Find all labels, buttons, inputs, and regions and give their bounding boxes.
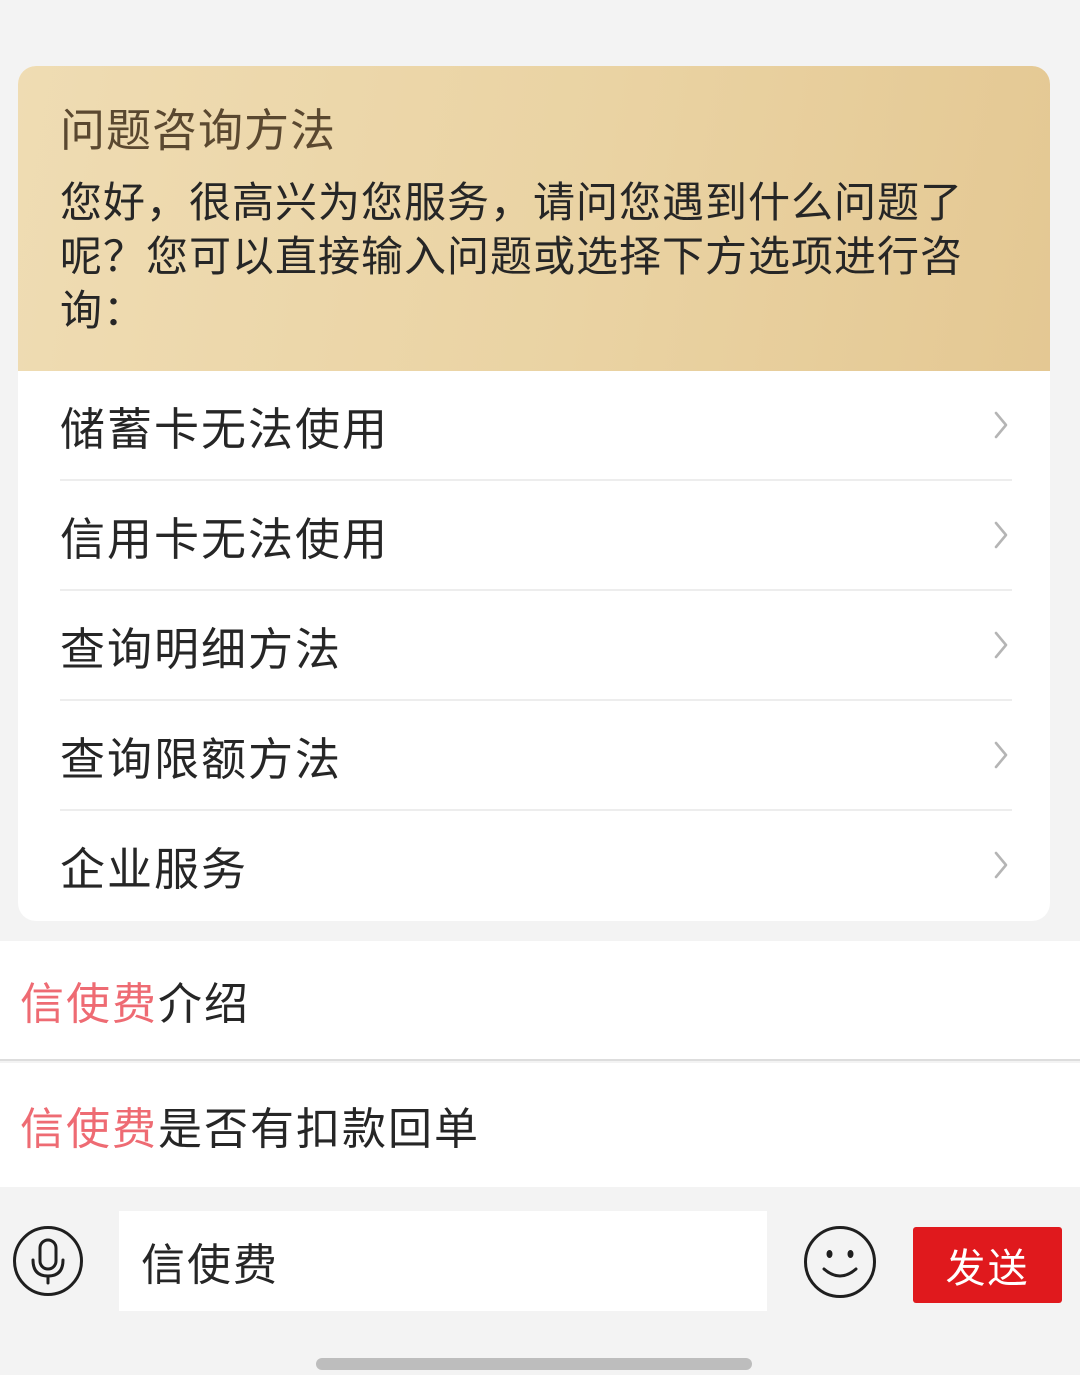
option-label: 储蓄卡无法使用 bbox=[60, 402, 390, 456]
option-item-credit-card[interactable]: 信用卡无法使用 bbox=[60, 481, 1012, 591]
home-indicator bbox=[316, 1358, 752, 1370]
microphone-icon[interactable] bbox=[12, 1225, 84, 1297]
chevron-right-icon bbox=[990, 627, 1012, 663]
suggestion-text: 介绍 bbox=[158, 979, 250, 1030]
chevron-right-icon bbox=[990, 847, 1012, 883]
suggestion-item[interactable]: 信使费 介绍 bbox=[0, 941, 1080, 1061]
suggestion-text: 是否有扣款回单 bbox=[158, 1104, 480, 1155]
suggestion-keyword: 信使费 bbox=[20, 979, 158, 1030]
suggestion-item[interactable]: 信使费 是否有扣款回单 bbox=[0, 1063, 1080, 1187]
option-list: 储蓄卡无法使用 信用卡无法使用 查询明细方法 查询限额方法 企业服务 bbox=[60, 371, 1012, 919]
chevron-right-icon bbox=[990, 737, 1012, 773]
chevron-right-icon bbox=[990, 407, 1012, 443]
option-item-query-details[interactable]: 查询明细方法 bbox=[60, 591, 1012, 701]
suggestion-keyword: 信使费 bbox=[20, 1104, 158, 1155]
option-item-enterprise-service[interactable]: 企业服务 bbox=[60, 811, 1012, 919]
consult-card-title: 问题咨询方法 bbox=[60, 104, 337, 157]
consult-card: 问题咨询方法 您好，很高兴为您服务，请问您遇到什么问题了呢？您可以直接输入问题或… bbox=[18, 66, 1050, 921]
option-item-debit-card[interactable]: 储蓄卡无法使用 bbox=[60, 371, 1012, 481]
option-label: 企业服务 bbox=[60, 842, 249, 896]
option-item-query-limit[interactable]: 查询限额方法 bbox=[60, 701, 1012, 811]
smiley-icon[interactable] bbox=[803, 1225, 877, 1299]
message-input[interactable] bbox=[119, 1211, 767, 1311]
consult-card-header: 问题咨询方法 您好，很高兴为您服务，请问您遇到什么问题了呢？您可以直接输入问题或… bbox=[18, 66, 1050, 371]
chevron-right-icon bbox=[990, 517, 1012, 553]
option-label: 查询限额方法 bbox=[60, 732, 343, 786]
input-bar: 发送 bbox=[0, 1187, 1080, 1375]
option-label: 信用卡无法使用 bbox=[60, 512, 390, 566]
send-button[interactable]: 发送 bbox=[913, 1227, 1062, 1303]
option-label: 查询明细方法 bbox=[60, 622, 343, 676]
consult-card-description: 您好，很高兴为您服务，请问您遇到什么问题了呢？您可以直接输入问题或选择下方选项进… bbox=[60, 178, 964, 335]
